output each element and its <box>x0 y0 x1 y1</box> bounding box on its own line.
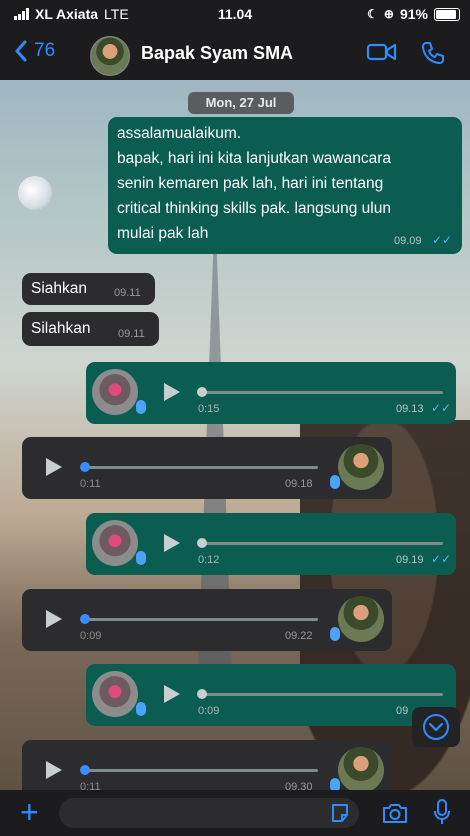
message-bubble-outgoing[interactable]: assalamualaikum. bapak, hari ini kita la… <box>108 117 462 254</box>
message-time: 09 <box>396 705 409 717</box>
audio-progress-track[interactable] <box>201 542 443 545</box>
message-time: 09.11 <box>114 287 141 299</box>
play-button[interactable] <box>164 534 180 552</box>
audio-duration: 0:12 <box>198 554 220 566</box>
message-bubble-incoming[interactable]: Silahkan 09.11 <box>22 312 159 346</box>
message-time: 09.19 <box>396 554 424 566</box>
moon-icon: ☾ <box>367 7 378 21</box>
background-moon <box>18 176 52 210</box>
message-time: 09.09 <box>394 235 422 247</box>
battery-icon <box>434 7 460 21</box>
chat-area[interactable]: Mon, 27 Jul assalamualaikum. bapak, hari… <box>0 80 470 790</box>
audio-progress-track[interactable] <box>82 618 318 621</box>
microphone-icon <box>136 702 146 716</box>
message-time: 09.13 <box>396 403 424 415</box>
read-receipt-icon: ✓✓ <box>431 401 452 415</box>
contact-avatar[interactable] <box>90 36 130 76</box>
voice-message-outgoing[interactable]: 0:09 09 <box>86 664 456 726</box>
sender-avatar <box>338 444 384 490</box>
play-button[interactable] <box>46 761 62 779</box>
audio-duration: 0:09 <box>80 630 102 642</box>
message-input[interactable] <box>59 798 359 828</box>
message-time: 09.30 <box>285 781 313 790</box>
sender-avatar <box>338 596 384 642</box>
sender-avatar <box>92 369 138 415</box>
voice-message-outgoing[interactable]: 0:15 09.13 ✓✓ <box>86 362 456 424</box>
message-text: Siahkan <box>31 280 88 297</box>
microphone-icon <box>330 778 340 790</box>
microphone-icon <box>330 475 340 489</box>
plus-icon[interactable]: + <box>20 796 39 828</box>
scroll-to-bottom-button[interactable] <box>412 707 460 747</box>
message-text: Silahkan <box>31 320 91 337</box>
audio-progress-track[interactable] <box>201 391 443 394</box>
message-line: assalamualaikum. <box>117 125 242 142</box>
sender-avatar <box>92 520 138 566</box>
contact-name[interactable]: Bapak Syam SMA <box>141 43 293 64</box>
play-button[interactable] <box>46 458 62 476</box>
video-camera-icon[interactable] <box>366 40 398 64</box>
battery-percent: 91% <box>399 6 428 22</box>
read-receipt-icon: ✓✓ <box>431 552 452 566</box>
audio-progress-track[interactable] <box>201 693 443 696</box>
voice-message-incoming[interactable]: 0:11 09.30 <box>22 740 392 790</box>
message-line: critical thinking skills pak. langsung u… <box>117 200 391 217</box>
audio-duration: 0:09 <box>198 705 220 717</box>
microphone-icon <box>136 400 146 414</box>
audio-scrubber[interactable] <box>80 614 90 624</box>
sticker-icon[interactable] <box>329 802 351 824</box>
microphone-icon <box>330 627 340 641</box>
audio-duration: 0:15 <box>198 403 220 415</box>
read-receipt-icon: ✓✓ <box>432 233 453 247</box>
voice-message-incoming[interactable]: 0:11 09.18 <box>22 437 392 499</box>
message-bubble-incoming[interactable]: Siahkan 09.11 <box>22 273 155 305</box>
sender-avatar <box>338 747 384 790</box>
message-line: bapak, hari ini kita lanjutkan wawancara <box>117 150 391 167</box>
message-time: 09.22 <box>285 630 313 642</box>
lock-rotation-icon: ⊕ <box>383 7 394 21</box>
voice-message-incoming[interactable]: 0:09 09.22 <box>22 589 392 651</box>
chevron-down-circle-icon <box>423 714 449 740</box>
audio-duration: 0:11 <box>80 781 101 790</box>
back-button[interactable]: 76 <box>14 40 55 62</box>
message-time: 09.11 <box>118 328 145 340</box>
voice-message-outgoing[interactable]: 0:12 09.19 ✓✓ <box>86 513 456 575</box>
unread-count: 76 <box>34 40 56 61</box>
play-button[interactable] <box>164 685 180 703</box>
chevron-left-icon <box>15 40 27 62</box>
chat-header: 76 Bapak Syam SMA <box>0 28 470 81</box>
microphone-icon[interactable] <box>432 798 452 826</box>
message-time: 09.18 <box>285 478 313 490</box>
date-separator: Mon, 27 Jul <box>188 92 294 114</box>
audio-scrubber[interactable] <box>80 462 90 472</box>
message-line: senin kemaren pak lah, hari ini tentang <box>117 175 384 192</box>
audio-scrubber[interactable] <box>80 765 90 775</box>
audio-scrubber[interactable] <box>197 689 207 699</box>
play-button[interactable] <box>46 610 62 628</box>
phone-icon[interactable] <box>420 40 446 66</box>
audio-duration: 0:11 <box>80 478 101 490</box>
sender-avatar <box>92 671 138 717</box>
audio-progress-track[interactable] <box>82 769 318 772</box>
audio-scrubber[interactable] <box>197 538 207 548</box>
audio-scrubber[interactable] <box>197 387 207 397</box>
status-bar: XL Axiata LTE 11.04 ☾ ⊕ 91% <box>0 0 470 28</box>
microphone-icon <box>136 551 146 565</box>
message-composer: + <box>0 790 470 836</box>
camera-icon[interactable] <box>381 800 409 826</box>
audio-progress-track[interactable] <box>82 466 318 469</box>
play-button[interactable] <box>164 383 180 401</box>
